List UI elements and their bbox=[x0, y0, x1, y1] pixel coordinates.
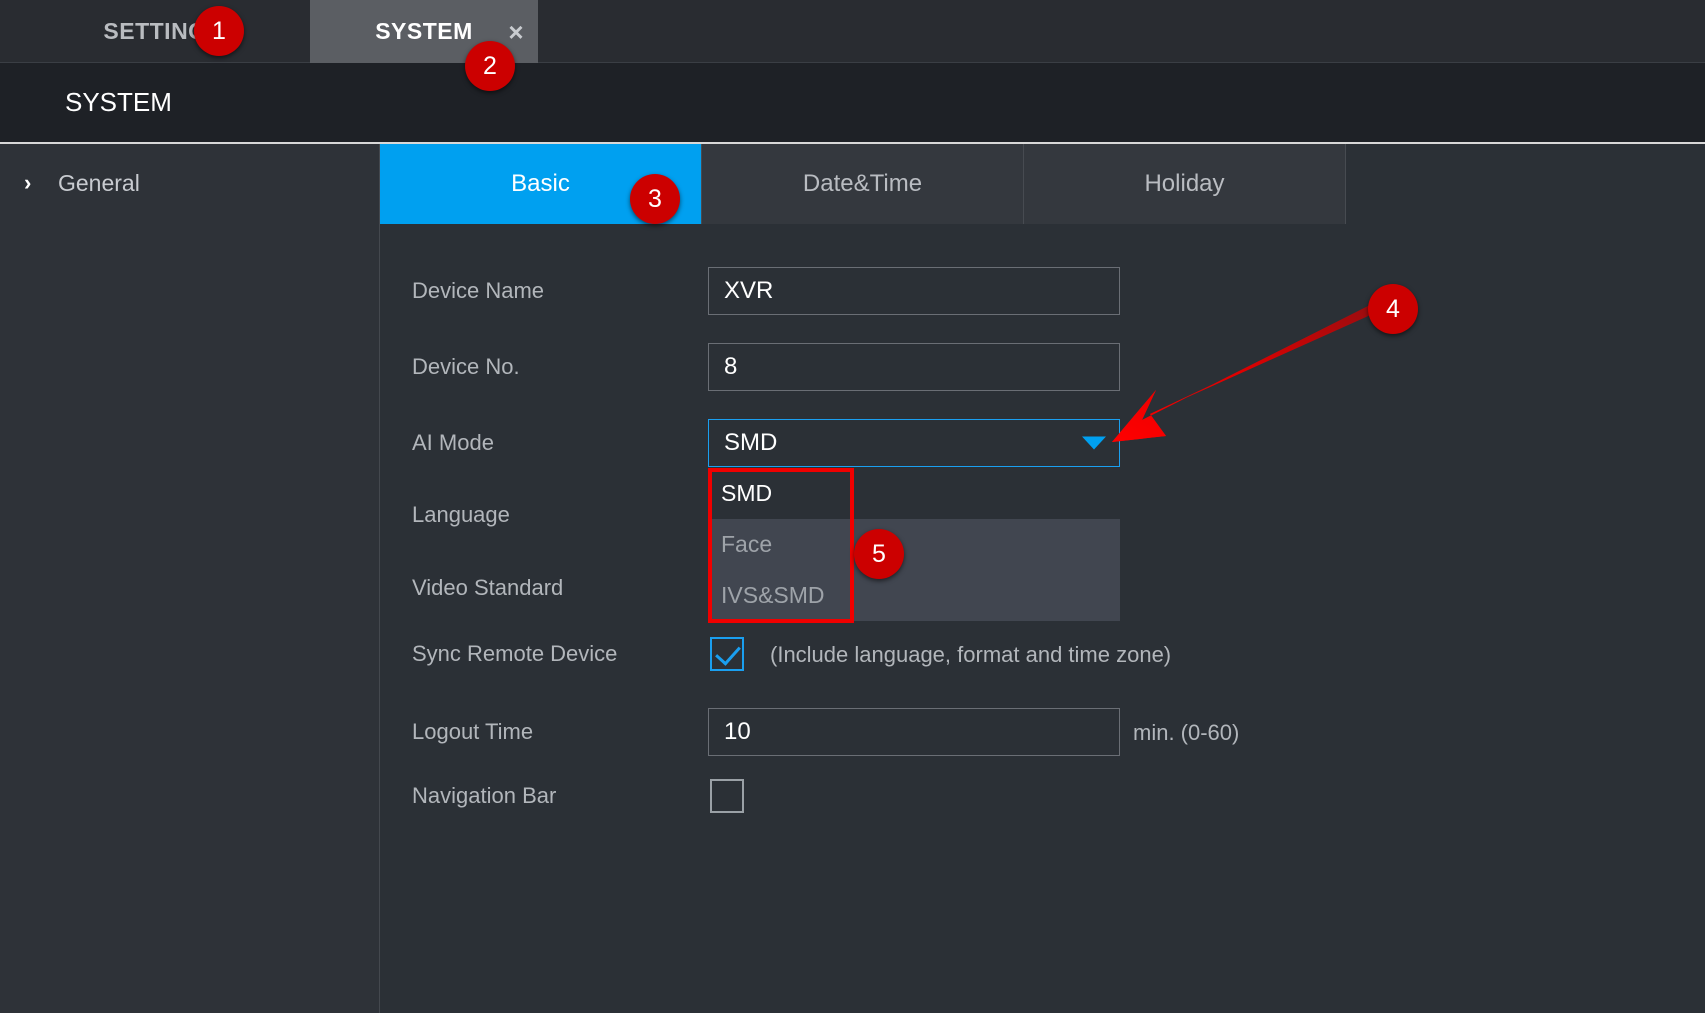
window-tab-setting-label: SETTING bbox=[103, 18, 207, 44]
form-row-navigation-bar: Navigation Bar bbox=[381, 772, 1705, 820]
form-row-sync-remote-device: Sync Remote Device (Include language, fo… bbox=[381, 630, 1705, 678]
logout-time-value: 10 bbox=[724, 718, 751, 745]
page-title: SYSTEM bbox=[65, 87, 172, 117]
device-name-value: XVR bbox=[724, 277, 774, 304]
annotation-badge-2-label: 2 bbox=[483, 51, 497, 80]
navigation-bar-label: Navigation Bar bbox=[412, 783, 557, 808]
close-icon[interactable]: × bbox=[508, 19, 524, 45]
sidebar: › General bbox=[0, 144, 380, 1013]
annotation-badge-3: 3 bbox=[630, 174, 680, 224]
logout-time-label: Logout Time bbox=[412, 719, 534, 744]
annotation-badge-1: 1 bbox=[194, 6, 244, 56]
logout-time-hint: min. (0-60) bbox=[1133, 720, 1240, 745]
form-row-device-name: Device Name XVR bbox=[381, 267, 1705, 315]
form-row-device-no: Device No. 8 bbox=[381, 343, 1705, 391]
app-root: SETTING SYSTEM × SYSTEM › General Basic … bbox=[0, 0, 1705, 1013]
device-no-input[interactable]: 8 bbox=[708, 343, 1120, 391]
logout-time-input[interactable]: 10 bbox=[708, 708, 1120, 756]
annotation-badge-4-label: 4 bbox=[1386, 294, 1400, 323]
window-tab-setting[interactable]: SETTING bbox=[0, 0, 310, 63]
device-name-input[interactable]: XVR bbox=[708, 267, 1120, 315]
device-no-value: 8 bbox=[724, 353, 738, 380]
dropdown-option-face-label: Face bbox=[721, 531, 773, 557]
sub-tab-bar: Basic Date&Time Holiday bbox=[380, 144, 1705, 224]
ai-mode-select[interactable]: SMD bbox=[708, 419, 1120, 467]
annotation-badge-4: 4 bbox=[1368, 284, 1418, 334]
dropdown-option-smd-label: SMD bbox=[721, 480, 773, 506]
dropdown-option-ivs-smd-label: IVS&SMD bbox=[721, 582, 825, 608]
device-name-label: Device Name bbox=[412, 278, 545, 303]
form-row-ai-mode: AI Mode SMD bbox=[381, 419, 1705, 467]
tab-date-time[interactable]: Date&Time bbox=[702, 144, 1024, 224]
tab-holiday-label: Holiday bbox=[1144, 170, 1225, 197]
ai-mode-dropdown-list: SMD Face IVS&SMD bbox=[708, 468, 1120, 623]
window-tab-system-label: SYSTEM bbox=[375, 18, 473, 44]
annotation-badge-2: 2 bbox=[465, 41, 515, 91]
tab-date-time-label: Date&Time bbox=[802, 170, 923, 197]
sync-remote-device-label: Sync Remote Device bbox=[412, 641, 618, 666]
annotation-badge-5-label: 5 bbox=[872, 539, 886, 568]
navigation-bar-checkbox[interactable] bbox=[710, 779, 744, 813]
dropdown-option-smd[interactable]: SMD bbox=[708, 468, 1120, 519]
window-tab-strip: SETTING SYSTEM × bbox=[0, 0, 1705, 63]
form-row-logout-time: Logout Time 10 min. (0-60) bbox=[381, 708, 1705, 756]
dropdown-option-face[interactable]: Face bbox=[708, 519, 1120, 570]
sub-tab-filler bbox=[1346, 144, 1705, 224]
sidebar-item-general-label: General bbox=[58, 169, 140, 196]
sync-remote-device-hint: (Include language, format and time zone) bbox=[770, 642, 1172, 667]
annotation-badge-5: 5 bbox=[854, 529, 904, 579]
module-title-bar: SYSTEM bbox=[0, 63, 1705, 142]
chevron-right-icon: › bbox=[24, 170, 32, 195]
tab-holiday[interactable]: Holiday bbox=[1024, 144, 1346, 224]
ai-mode-value: SMD bbox=[724, 429, 778, 456]
tab-basic-label: Basic bbox=[511, 170, 570, 197]
dropdown-option-ivs-smd[interactable]: IVS&SMD bbox=[708, 570, 1120, 621]
video-standard-label: Video Standard bbox=[412, 575, 564, 600]
annotation-badge-3-label: 3 bbox=[648, 184, 662, 213]
annotation-badge-1-label: 1 bbox=[212, 16, 226, 45]
language-label: Language bbox=[412, 502, 510, 527]
sync-remote-device-checkbox[interactable] bbox=[710, 637, 744, 671]
sidebar-item-general[interactable]: › General bbox=[0, 144, 379, 222]
device-no-label: Device No. bbox=[412, 354, 520, 379]
ai-mode-label: AI Mode bbox=[412, 430, 494, 455]
